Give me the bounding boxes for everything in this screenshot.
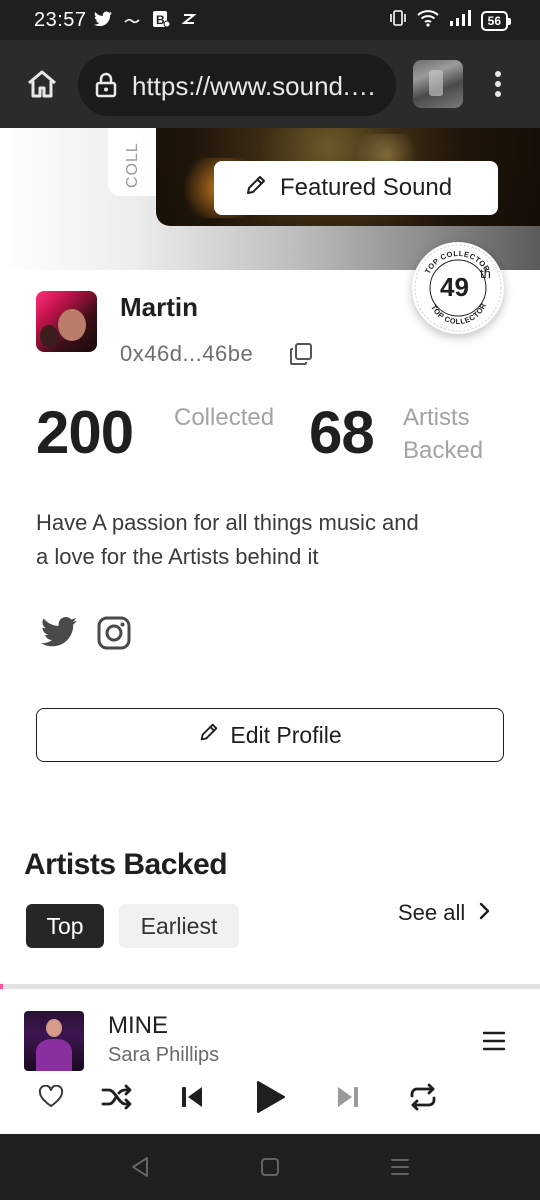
- badge-rank: 49: [440, 272, 469, 302]
- twitter-icon: [94, 11, 112, 32]
- play-icon[interactable]: [252, 1078, 288, 1116]
- browser-toolbar: https://www.sound.…: [0, 40, 540, 128]
- tab-top[interactable]: Top: [26, 904, 104, 948]
- see-all-label: See all: [398, 900, 466, 925]
- shuffle-icon[interactable]: [100, 1078, 134, 1116]
- playback-progress-fill: [0, 984, 3, 989]
- badge-rank-suffix: th: [480, 266, 491, 281]
- collected-count: 200: [36, 399, 134, 466]
- bio-line: Have A passion for all things music and: [36, 510, 419, 535]
- now-playing-title[interactable]: MINE: [108, 1012, 168, 1040]
- profile-name: Martin: [120, 292, 198, 322]
- chevron-right-icon: [479, 900, 491, 926]
- status-time: 23:57: [34, 9, 87, 31]
- address-bar[interactable]: https://www.sound.…: [78, 54, 396, 116]
- url-text[interactable]: https://www.sound.…: [132, 71, 382, 102]
- wifi-icon: [416, 9, 439, 32]
- previous-track-icon[interactable]: [178, 1078, 206, 1116]
- bio-line: a love for the Artists behind it: [36, 544, 319, 569]
- tab-earliest[interactable]: Earliest: [119, 904, 239, 948]
- z-icon: [181, 12, 197, 31]
- top-collector-badge: TOP COLLECTOR TOP COLLECTOR 49 th: [412, 242, 504, 334]
- signal-icon: [449, 9, 471, 32]
- battery-icon: 56: [480, 10, 512, 31]
- playback-progress-bar[interactable]: [0, 984, 540, 989]
- home-icon[interactable]: [24, 66, 60, 102]
- system-navigation-bar: [0, 1134, 540, 1200]
- wallet-address: 0x46d...46be: [120, 341, 254, 366]
- vibrate-icon: [389, 9, 407, 32]
- collection-tab-label: COLL: [124, 142, 141, 188]
- pencil-icon: [244, 173, 268, 204]
- b-icon: B: [152, 10, 171, 33]
- now-playing-artist[interactable]: Sara Phillips: [108, 1044, 219, 1067]
- queue-menu-icon[interactable]: [482, 1030, 506, 1057]
- more-menu-icon[interactable]: [488, 66, 508, 102]
- heart-icon[interactable]: [36, 1078, 66, 1116]
- edit-profile-label: Edit Profile: [230, 721, 342, 748]
- system-icons: 56: [389, 9, 512, 32]
- now-playing-artwork[interactable]: [24, 1011, 84, 1071]
- recents-menu-icon[interactable]: [390, 1156, 410, 1183]
- artists-backed-count: 68: [309, 399, 375, 466]
- artists-backed-label-line1: Artists: [403, 404, 470, 431]
- artists-backed-title: Artists Backed: [24, 848, 228, 881]
- next-track-icon[interactable]: [334, 1078, 362, 1116]
- featured-sound-button[interactable]: Featured Sound: [214, 161, 498, 215]
- lock-icon[interactable]: [94, 72, 118, 103]
- instagram-link-icon[interactable]: [97, 616, 133, 652]
- edit-profile-button[interactable]: Edit Profile: [36, 708, 504, 762]
- see-all-link[interactable]: See all: [398, 900, 491, 926]
- dash-icon: [124, 13, 140, 31]
- copy-icon[interactable]: [288, 341, 314, 372]
- status-bar: 23:57 B 56: [0, 0, 540, 40]
- tab-switcher-thumbnail[interactable]: [413, 60, 463, 108]
- twitter-link-icon[interactable]: [41, 616, 77, 652]
- featured-sound-label: Featured Sound: [280, 174, 453, 201]
- artists-backed-label-line2: Backed: [403, 437, 484, 464]
- back-icon[interactable]: [130, 1156, 150, 1183]
- pencil-icon: [198, 721, 220, 749]
- notification-icons: B: [94, 10, 197, 33]
- avatar[interactable]: [36, 291, 97, 352]
- collected-label: Collected: [174, 404, 275, 431]
- repeat-icon[interactable]: [406, 1078, 440, 1116]
- profile-bio: Have A passion for all things music and …: [36, 506, 506, 574]
- home-nav-icon[interactable]: [260, 1156, 280, 1183]
